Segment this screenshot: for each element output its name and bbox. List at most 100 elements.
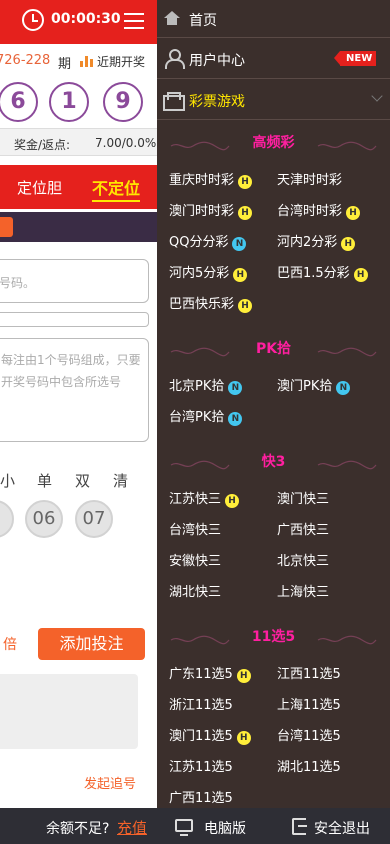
game-item[interactable]: 天津时时彩 [277,169,342,188]
category-title-label: PK拾 [255,341,292,357]
game-item[interactable]: 上海快三 [277,581,329,600]
recent-draws-link[interactable]: 近期开奖 [80,53,145,70]
new-badge: NEW [333,51,377,66]
issue-label: 期 [58,57,72,72]
home-icon [164,11,180,26]
number-ball[interactable]: 06 [25,500,63,538]
game-name: 广东11选5 [169,667,233,682]
game-name: 澳门11选5 [169,729,233,744]
play-type-button[interactable] [0,217,13,237]
game-item[interactable]: 台湾时时彩 H [277,200,361,220]
user-icon [165,49,185,69]
bet-number-input[interactable]: 号码。 [0,259,149,303]
quick-select-odd[interactable]: 单 [37,470,52,491]
game-name: 河内5分彩 [169,266,230,281]
game-item[interactable]: 巴西快乐彩 H [169,293,253,313]
game-item[interactable]: 河内2分彩 H [277,231,356,251]
game-item[interactable]: 江苏11选5 [169,756,233,775]
game-item[interactable]: 江苏快三 H [169,488,240,508]
game-name: 北京PK拾 [169,379,225,394]
nav-lottery-games[interactable]: 彩票游戏 [157,80,390,120]
game-name: 巴西快乐彩 [169,297,235,312]
game-item[interactable]: 重庆时时彩 H [169,169,253,189]
game-name: 天津时时彩 [277,173,343,188]
game-item[interactable]: 上海11选5 [277,694,341,713]
category-title: 高频彩 [157,132,390,152]
countdown-timer: 00:00:30 [51,11,121,27]
top-bar: 00:00:30 [0,0,157,44]
game-item[interactable]: 台湾11选5 [277,725,341,744]
issue-number: 726-228 [0,53,51,68]
game-item[interactable]: QQ分分彩 N [169,231,247,251]
game-item[interactable]: 台湾PK拾 N [169,406,243,426]
hot-badge: H [353,268,368,282]
game-name: 广西快三 [277,523,330,538]
bet-rules-textarea[interactable]: 每注由1个号码组成，只要 开奖号码中包含所选号 [0,338,149,442]
ornament-icon [169,139,231,151]
result-ball: 1 [49,82,89,122]
play-type-bar [0,212,157,242]
game-item[interactable]: 广东11选5 H [169,663,251,683]
quick-select-small[interactable]: 小 [0,470,15,491]
nav-user-center[interactable]: 用户中心 NEW [157,39,390,79]
number-ball[interactable]: 5 [0,500,14,538]
hot-badge: H [238,175,253,189]
game-name: 澳门PK拾 [277,379,333,394]
insufficient-balance-text: 余额不足? [46,821,110,837]
chase-bet-link[interactable]: 发起追号 [84,773,136,792]
nav-lottery-games-label: 彩票游戏 [189,94,245,110]
game-name: 江苏11选5 [169,760,233,775]
ornament-icon [316,458,378,470]
game-name: 重庆时时彩 [169,173,235,188]
logout-icon [292,818,307,835]
quick-select-even[interactable]: 双 [75,470,90,491]
game-name: 台湾快三 [169,523,222,538]
result-ball: 9 [103,82,143,122]
ornament-icon [169,345,231,357]
quick-select-clear[interactable]: 清 [113,470,128,491]
game-item[interactable]: 广西快三 [277,519,329,538]
game-item[interactable]: 北京快三 [277,550,329,569]
game-item[interactable]: 安徽快三 [169,550,221,569]
game-name: 台湾时时彩 [277,204,343,219]
pc-version-link[interactable]: 电脑版 [204,818,246,838]
bet-secondary-input[interactable] [0,312,149,327]
game-name: 湖北11选5 [277,760,341,775]
game-item[interactable]: 澳门11选5 H [169,725,251,745]
number-ball[interactable]: 07 [75,500,113,538]
game-item[interactable]: 澳门PK拾 N [277,375,351,395]
game-name: 广西11选5 [169,791,233,806]
game-name: 安徽快三 [169,554,222,569]
game-item[interactable]: 巴西1.5分彩 H [277,262,368,282]
game-item[interactable]: 广西11选5 [169,787,233,806]
hot-badge: H [341,237,356,251]
recharge-link[interactable]: 充值 [117,817,147,838]
game-name: 澳门时时彩 [169,204,235,219]
hot-badge: H [236,731,251,745]
monitor-icon [175,819,193,836]
bet-hint-line: 每注由1个号码组成，只要 [1,353,141,367]
game-item[interactable]: 江西11选5 [277,663,341,682]
game-item[interactable]: 浙江11选5 [169,694,233,713]
tab-fixed-position[interactable]: 定位胆 [17,177,62,198]
game-item[interactable]: 澳门时时彩 H [169,200,253,220]
game-item[interactable]: 澳门快三 [277,488,329,507]
tab-unfixed-position[interactable]: 不定位 [92,175,141,202]
game-name: 上海11选5 [277,698,341,713]
bet-number-placeholder: 号码。 [0,276,36,290]
hot-badge: H [236,669,251,683]
game-name: 台湾PK拾 [169,410,225,425]
game-item[interactable]: 北京PK拾 N [169,375,243,395]
game-name: 浙江11选5 [169,698,233,713]
nav-home[interactable]: 首页 [157,0,390,38]
hot-badge: H [238,299,253,313]
add-bet-button[interactable]: 添加投注 [38,628,145,660]
chevron-down-icon[interactable] [371,90,383,102]
game-item[interactable]: 河内5分彩 H [169,262,248,282]
menu-icon[interactable] [124,13,144,29]
game-item[interactable]: 台湾快三 [169,519,221,538]
bottom-bar: 余额不足? 充值 电脑版 安全退出 [0,808,390,844]
logout-link[interactable]: 安全退出 [314,818,370,838]
game-item[interactable]: 湖北快三 [169,581,221,600]
game-item[interactable]: 湖北11选5 [277,756,341,775]
